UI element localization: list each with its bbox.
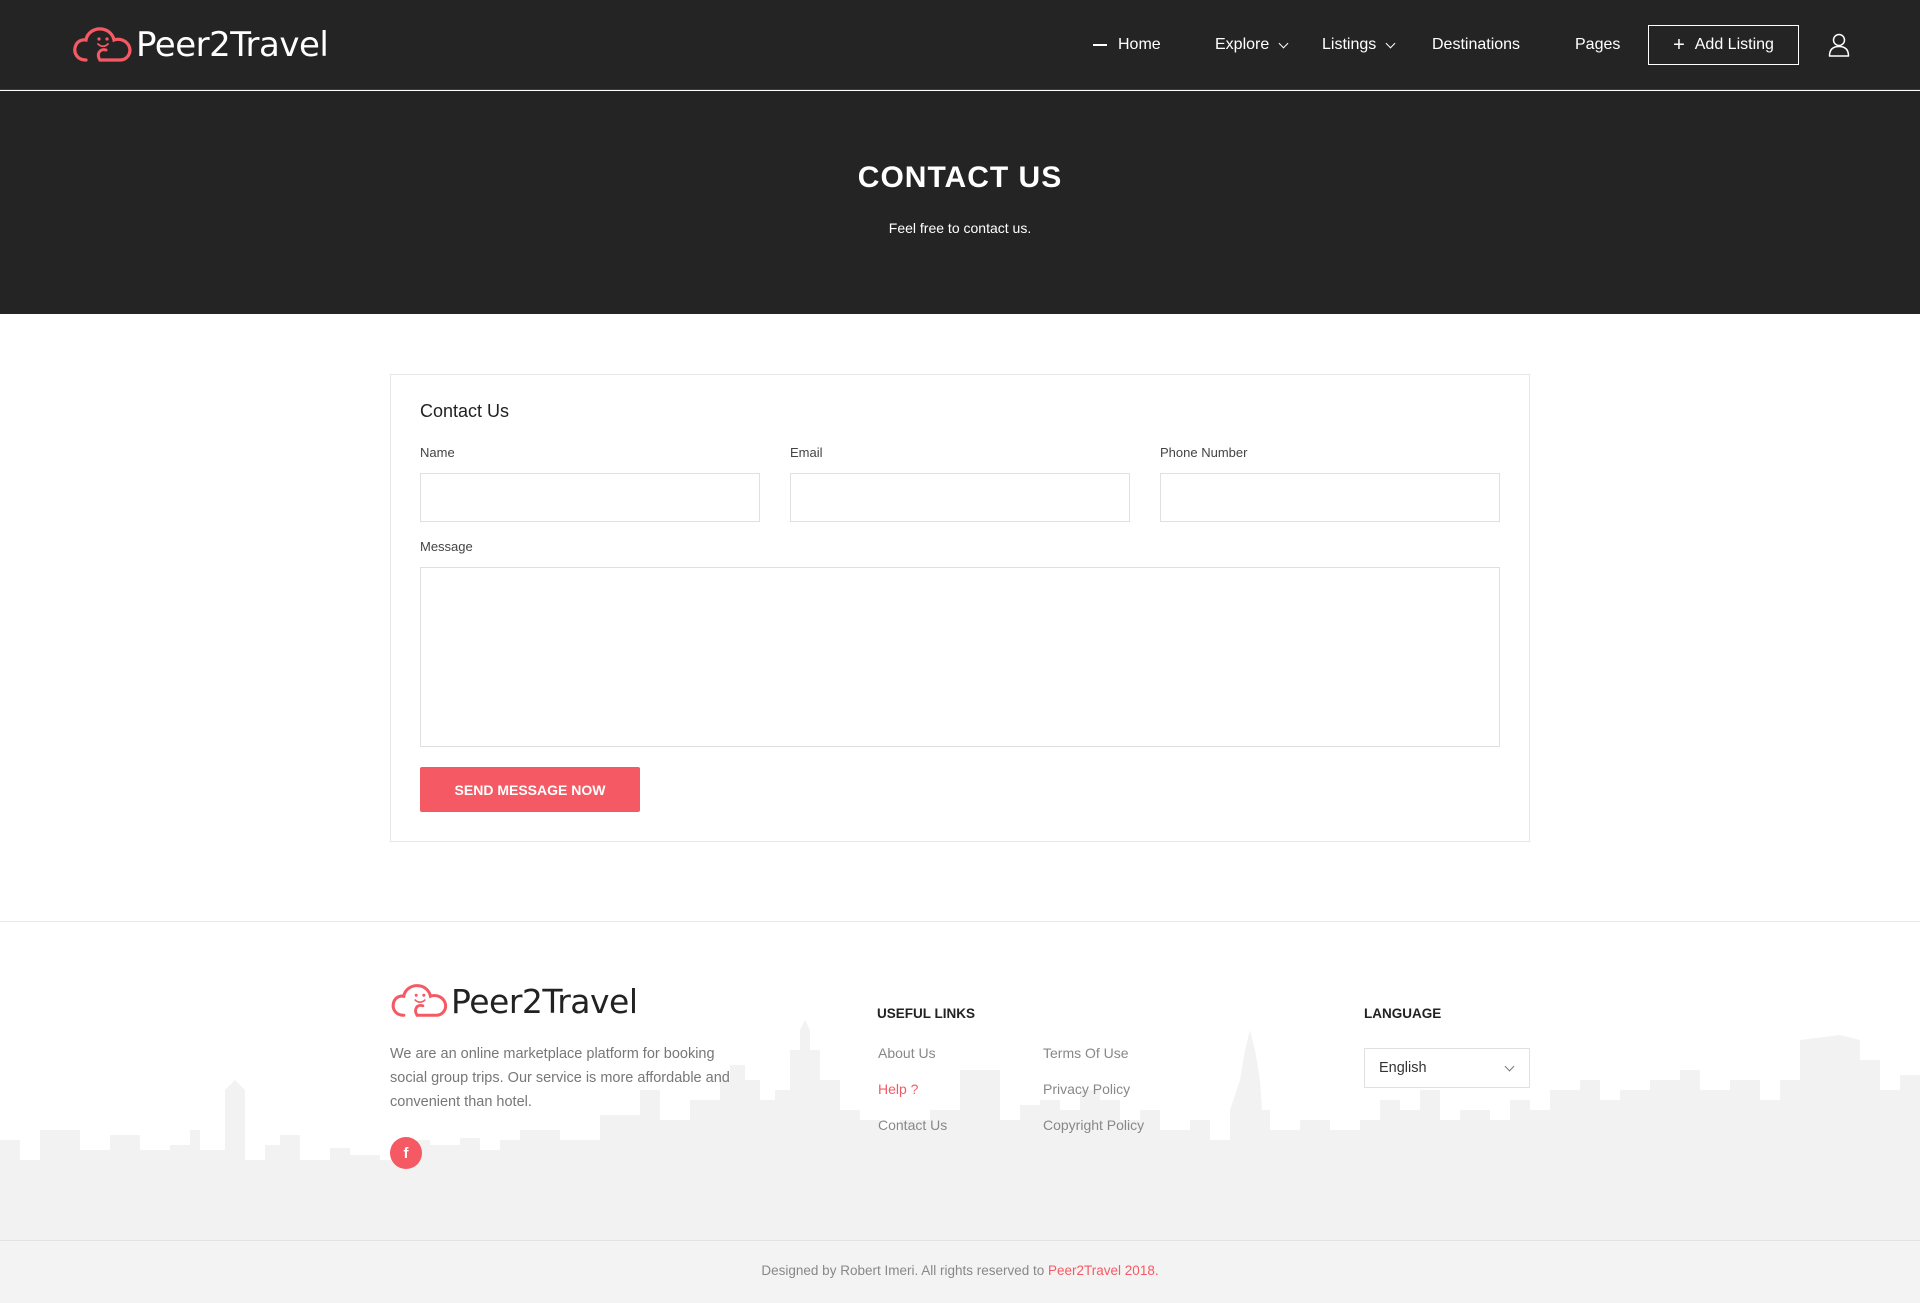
name-field[interactable] (420, 473, 760, 522)
nav-item-explore[interactable]: Explore (1215, 0, 1289, 90)
footer-link-copyright-policy[interactable]: Copyright Policy (1043, 1117, 1144, 1133)
footer-link-help[interactable]: Help ? (878, 1081, 918, 1097)
contact-form-title: Contact Us (420, 401, 510, 421)
page-hero: CONTACT US Feel free to contact us. (0, 91, 1920, 314)
nav-item-listings-label: Listings (1322, 36, 1377, 53)
message-label: Message (420, 539, 473, 554)
nav-item-home[interactable]: Home (1093, 0, 1161, 90)
send-message-button[interactable]: SEND MESSAGE NOW (420, 767, 640, 812)
page-subtitle: Feel free to contact us. (888, 220, 1032, 236)
useful-links-heading: USEFUL LINKS (877, 1006, 976, 1021)
plus-icon: + (1673, 34, 1685, 56)
email-field[interactable] (790, 473, 1130, 522)
page-title: CONTACT US (857, 161, 1063, 194)
nav-item-destinations-label: Destinations (1432, 36, 1521, 53)
site-logo-text: Peer2Travel (136, 25, 329, 65)
facebook-icon[interactable]: f (390, 1137, 422, 1169)
nav-item-home-label: Home (1118, 36, 1161, 53)
active-indicator (1093, 44, 1107, 46)
chevron-down-icon (1504, 1061, 1515, 1072)
footer-link-terms-of-use[interactable]: Terms Of Use (1043, 1045, 1129, 1061)
chevron-down-icon (1385, 38, 1396, 48)
nav-item-pages-label: Pages (1575, 36, 1621, 53)
phone-field[interactable] (1160, 473, 1500, 522)
chevron-down-icon (1278, 38, 1289, 48)
phone-label: Phone Number (1160, 445, 1248, 460)
nav-item-listings[interactable]: Listings (1322, 0, 1396, 90)
email-label: Email (790, 445, 823, 460)
nav-item-destinations[interactable]: Destinations (1432, 0, 1520, 90)
user-icon[interactable] (1828, 33, 1850, 57)
footer-logo[interactable]: Peer2Travel (390, 981, 638, 1021)
language-heading: LANGUAGE (1364, 1006, 1442, 1021)
footer-logo-text: Peer2Travel (451, 981, 638, 1021)
language-select[interactable]: English (1364, 1048, 1530, 1088)
copyright-link[interactable]: Peer2Travel 2018. (1048, 1263, 1159, 1278)
nav-item-pages[interactable]: Pages (1575, 0, 1620, 90)
add-listing-button[interactable]: + Add Listing (1648, 25, 1799, 65)
cloud-logo-icon (391, 984, 448, 1017)
contact-form-card: Contact Us Name Email Phone Number Messa… (390, 374, 1530, 842)
nav-item-explore-label: Explore (1215, 36, 1270, 53)
site-logo[interactable]: Peer2Travel (72, 24, 329, 66)
top-navbar: Peer2Travel Home Explore Listings Destin… (0, 0, 1920, 90)
footer-divider (0, 921, 1920, 922)
name-label: Name (420, 445, 455, 460)
message-field[interactable] (420, 567, 1500, 747)
footer-description: We are an online marketplace platform fo… (390, 1046, 730, 1110)
copyright-bar: Designed by Robert Imeri. All rights res… (0, 1240, 1920, 1303)
footer-link-about-us[interactable]: About Us (878, 1045, 936, 1061)
language-selected-value: English (1379, 1060, 1427, 1076)
cloud-logo-icon (73, 27, 132, 62)
footer-link-privacy-policy[interactable]: Privacy Policy (1043, 1081, 1130, 1097)
copyright-text: Designed by Robert Imeri. All rights res… (761, 1263, 1049, 1278)
city-skyline-illustration (0, 1020, 1920, 1240)
add-listing-label: Add Listing (1694, 36, 1774, 53)
footer-link-contact-us[interactable]: Contact Us (878, 1117, 947, 1133)
